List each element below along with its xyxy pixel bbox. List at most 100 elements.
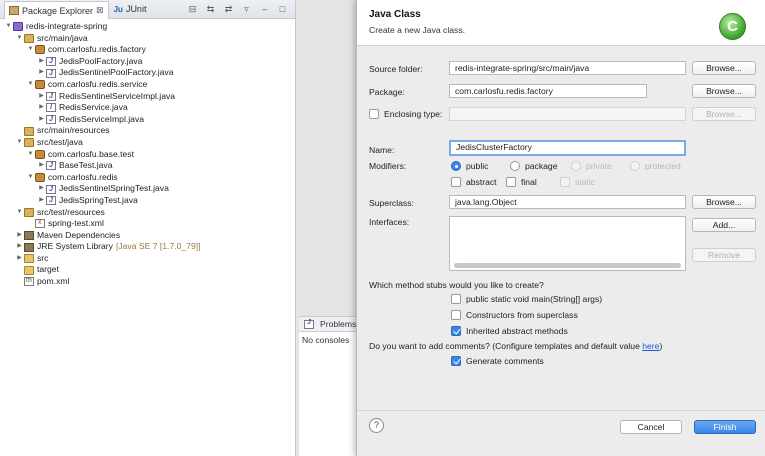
tree-item[interactable]: ▶ BaseTest.java	[0, 160, 295, 172]
enclosing-type-checkbox[interactable]: Enclosing type:	[369, 109, 442, 119]
collapse-arrow-icon[interactable]: ▶	[37, 160, 46, 172]
collapse-arrow-icon[interactable]: ▶	[37, 56, 46, 68]
expand-arrow-icon[interactable]: ▼	[26, 149, 35, 161]
checkbox-disabled-icon	[560, 177, 570, 187]
tree-item[interactable]: ▼ com.carlosfu.base.test	[0, 149, 295, 161]
collapse-arrow-icon[interactable]: ▶	[37, 102, 46, 114]
dialog-title: Java Class	[369, 9, 421, 20]
expand-arrow-icon[interactable]: ▼	[26, 79, 35, 91]
checkbox-checked-icon	[451, 326, 461, 336]
collapse-arrow-icon[interactable]: ▶	[37, 67, 46, 79]
modifier-public-radio[interactable]: public	[451, 161, 488, 171]
interfaces-scrollbar[interactable]	[454, 263, 681, 268]
stub-constructors-label: Constructors from superclass	[466, 310, 578, 320]
tree-item[interactable]: ▼ com.carlosfu.redis.service	[0, 79, 295, 91]
modifier-static-checkbox[interactable]: static	[560, 177, 595, 187]
enclosing-type-check-icon	[369, 109, 379, 119]
tab-problems[interactable]: Problems	[299, 317, 357, 332]
tree-item-label: JRE System Library	[37, 241, 113, 252]
package-input[interactable]: com.carlosfu.redis.factory	[449, 84, 647, 98]
tree-item[interactable]: ▶ RedisService.java	[0, 102, 295, 114]
source-folder-icon	[24, 138, 34, 148]
stub-inherited-checkbox[interactable]: Inherited abstract methods	[451, 326, 568, 336]
interfaces-list[interactable]	[449, 216, 686, 271]
tree-item[interactable]: ▶ JedisSentinelPoolFactory.java	[0, 67, 295, 79]
tree-item[interactable]: ▶ src	[0, 253, 295, 265]
expand-arrow-icon[interactable]: ▼	[15, 33, 24, 45]
maximize-icon[interactable]: □	[276, 3, 289, 15]
tree-item[interactable]: ▼ redis-integrate-spring	[0, 21, 295, 33]
radio-selected-icon	[451, 161, 461, 171]
help-icon[interactable]: ?	[369, 418, 384, 433]
add-interface-button[interactable]: Add...	[692, 218, 756, 232]
expand-arrow-icon[interactable]: ▼	[15, 207, 24, 219]
stub-main-checkbox[interactable]: public static void main(String[] args)	[451, 294, 602, 304]
collapse-arrow-icon[interactable]: ▶	[37, 195, 46, 207]
tree-item[interactable]: ▼ com.carlosfu.redis	[0, 172, 295, 184]
modifier-protected-radio[interactable]: protected	[630, 161, 681, 171]
console-panel: Problems No consoles	[299, 316, 357, 456]
link-with-editor-icon[interactable]: ⇆	[204, 3, 217, 15]
tree-item[interactable]: src/main/resources	[0, 125, 295, 137]
package-browse-button[interactable]: Browse...	[692, 84, 756, 98]
view-menu-icon[interactable]: ▿	[240, 3, 253, 15]
collapse-arrow-icon[interactable]: ▶	[37, 91, 46, 103]
tree-item[interactable]: ▶ RedisServiceImpl.java	[0, 114, 295, 126]
collapse-arrow-icon[interactable]: ▶	[15, 253, 24, 265]
view-toolbar: ⊟ ⇆ ⇄ ▿ – □	[186, 3, 295, 15]
modifier-final-checkbox[interactable]: final	[506, 177, 537, 187]
expand-arrow-icon[interactable]: ▼	[26, 44, 35, 56]
collapse-arrow-icon[interactable]: ▶	[15, 241, 24, 253]
tab-package-explorer[interactable]: Package Explorer ⊠	[4, 1, 109, 19]
source-folder-browse-button[interactable]: Browse...	[692, 61, 756, 75]
expand-arrow-icon[interactable]: ▼	[15, 137, 24, 149]
package-label: Package:	[369, 87, 405, 97]
tree-item[interactable]: ▼ src/main/java	[0, 33, 295, 45]
generate-comments-checkbox[interactable]: Generate comments	[451, 356, 544, 366]
tree-item[interactable]: ▶ JedisPoolFactory.java	[0, 56, 295, 68]
comments-question-text: Do you want to add comments? (Configure …	[369, 341, 643, 351]
minimize-icon[interactable]: –	[258, 3, 271, 15]
collapse-all-icon[interactable]: ⊟	[186, 3, 199, 15]
collapse-arrow-icon[interactable]: ▶	[37, 114, 46, 126]
tab-junit[interactable]: Ju JUnit	[114, 4, 147, 14]
modifier-package-radio[interactable]: package	[510, 161, 558, 171]
tree-item[interactable]: ▶ Maven Dependencies	[0, 230, 295, 242]
new-java-class-dialog: Java Class Create a new Java class. C So…	[356, 0, 765, 456]
comments-question-close: )	[659, 341, 663, 351]
configure-templates-link[interactable]: here	[642, 341, 659, 351]
expand-arrow-icon[interactable]: ▼	[26, 172, 35, 184]
tree-item[interactable]: ▼ com.carlosfu.redis.factory	[0, 44, 295, 56]
tab-package-explorer-label: Package Explorer	[22, 5, 94, 16]
class-name-input[interactable]: JedisClusterFactory	[449, 140, 686, 156]
panel-tab-bar: Package Explorer ⊠ Ju JUnit ⊟ ⇆ ⇄ ▿ – □	[0, 0, 295, 19]
project-icon	[13, 22, 23, 32]
expand-arrow-icon[interactable]: ▼	[4, 21, 13, 33]
close-icon[interactable]: ⊠	[96, 5, 104, 16]
stubs-question: Which method stubs would you like to cre…	[369, 280, 544, 290]
modifier-private-radio[interactable]: private	[571, 161, 612, 171]
enclosing-type-input[interactable]	[449, 107, 686, 121]
modifier-abstract-checkbox[interactable]: abstract	[451, 177, 497, 187]
remove-interface-button[interactable]: Remove	[692, 248, 756, 262]
collapse-arrow-icon[interactable]: ▶	[37, 183, 46, 195]
tree-item[interactable]: ▶ RedisSentinelServiceImpl.java	[0, 91, 295, 103]
tree-item[interactable]: ▶ JedisSpringTest.java	[0, 195, 295, 207]
tree-item[interactable]: ▶ JedisSentinelSpringTest.java	[0, 183, 295, 195]
finish-button[interactable]: Finish	[694, 420, 756, 434]
source-folder-input[interactable]: redis-integrate-spring/src/main/java	[449, 61, 686, 75]
enclosing-type-browse-button[interactable]: Browse...	[692, 107, 756, 121]
problems-icon	[304, 319, 314, 329]
collapse-arrow-icon[interactable]: ▶	[15, 230, 24, 242]
cancel-button[interactable]: Cancel	[620, 420, 682, 434]
stub-constructors-checkbox[interactable]: Constructors from superclass	[451, 310, 578, 320]
sync-icon[interactable]: ⇄	[222, 3, 235, 15]
tree-item[interactable]: ▼ src/test/java	[0, 137, 295, 149]
superclass-browse-button[interactable]: Browse...	[692, 195, 756, 209]
superclass-input[interactable]: java.lang.Object	[449, 195, 686, 209]
tree-item[interactable]: ▼ src/test/resources	[0, 207, 295, 219]
tree-item[interactable]: target	[0, 264, 295, 276]
tree-item[interactable]: ▶ JRE System Library [Java SE 7 [1.7.0_79]…	[0, 241, 295, 253]
tree-item[interactable]: spring-test.xml	[0, 217, 295, 230]
tree-item[interactable]: pom.xml	[0, 275, 295, 288]
